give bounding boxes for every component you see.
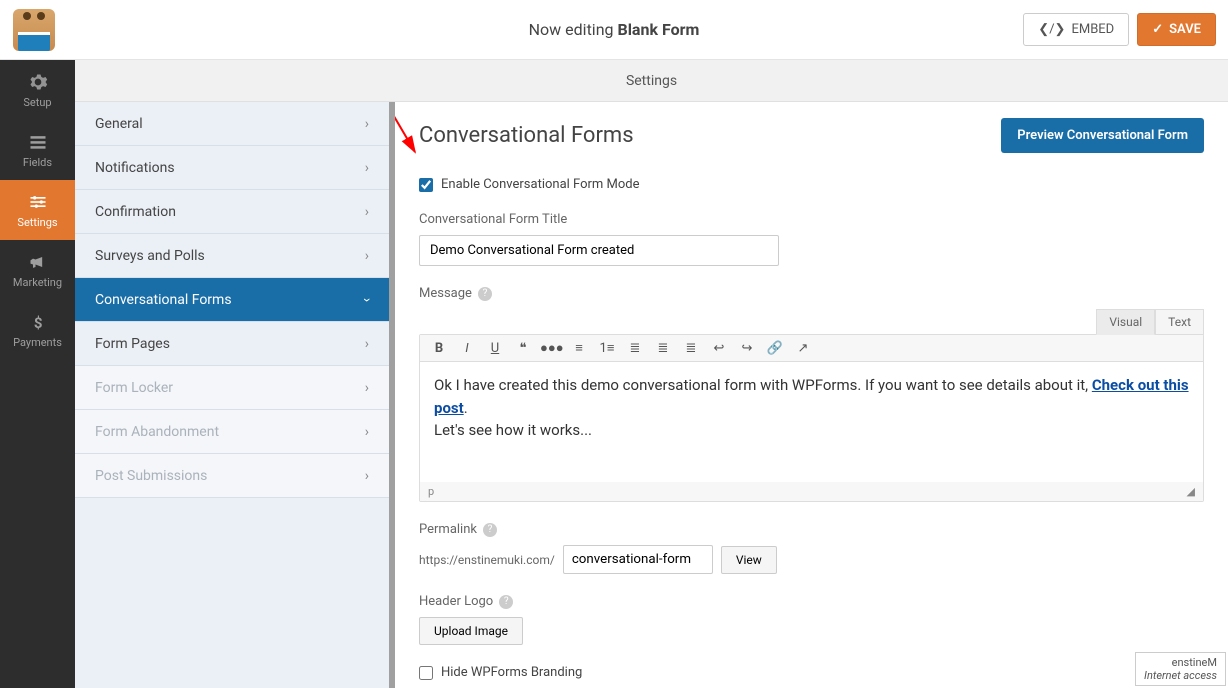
sidebar-item-general[interactable]: General›: [75, 102, 389, 146]
chevron-right-icon: ›: [365, 204, 369, 220]
code-icon[interactable]: ●●●: [540, 340, 562, 356]
resize-icon[interactable]: ◢: [1187, 485, 1195, 498]
nav-setup[interactable]: Setup: [0, 60, 75, 120]
permalink-input[interactable]: [563, 545, 713, 574]
header-logo-label: Header Logo: [419, 594, 493, 609]
enable-mode-checkbox[interactable]: [419, 178, 433, 192]
unlink-icon[interactable]: ↗: [792, 341, 814, 356]
ol-icon[interactable]: 1≡: [596, 340, 618, 356]
wpforms-logo: [13, 9, 55, 51]
upload-image-button[interactable]: Upload Image: [419, 617, 523, 645]
link-icon[interactable]: 🔗: [764, 341, 786, 356]
form-name: Blank Form: [617, 20, 699, 39]
view-button[interactable]: View: [721, 546, 777, 574]
editing-title: Now editing Blank Form: [529, 20, 700, 39]
check-icon: ✓: [1152, 22, 1163, 37]
tab-text[interactable]: Text: [1155, 309, 1204, 335]
bullhorn-icon: [28, 252, 48, 272]
embed-label: EMBED: [1071, 22, 1114, 37]
sidebar-item-confirmation[interactable]: Confirmation›: [75, 190, 389, 234]
tab-visual[interactable]: Visual: [1096, 309, 1155, 335]
gear-icon: [28, 72, 48, 92]
nav-fields[interactable]: Fields: [0, 120, 75, 180]
save-label: SAVE: [1169, 22, 1201, 37]
sidebar-item-form-abandonment: Form Abandonment›: [75, 410, 389, 454]
embed-button[interactable]: ❮/❯ EMBED: [1023, 13, 1129, 46]
help-icon[interactable]: ?: [483, 523, 497, 537]
preview-button[interactable]: Preview Conversational Form: [1001, 118, 1204, 153]
chevron-right-icon: ›: [365, 160, 369, 176]
quote-icon[interactable]: ❝: [512, 341, 534, 356]
undo-icon[interactable]: ↩: [708, 341, 730, 356]
nav-payments[interactable]: $Payments: [0, 300, 75, 360]
chevron-right-icon: ›: [365, 248, 369, 264]
align-center-icon[interactable]: ≣: [652, 341, 674, 356]
settings-content: Conversational Forms Preview Conversatio…: [395, 102, 1228, 688]
enable-mode-label: Enable Conversational Form Mode: [441, 177, 640, 192]
editing-prefix: Now editing: [529, 20, 618, 39]
nav-settings[interactable]: Settings: [0, 180, 75, 240]
editor-body[interactable]: Ok I have created this demo conversation…: [420, 362, 1203, 482]
permalink-label: Permalink: [419, 522, 477, 537]
underline-icon[interactable]: U: [484, 341, 506, 356]
sidebar-item-form-locker: Form Locker›: [75, 366, 389, 410]
title-label: Conversational Form Title: [419, 212, 1204, 227]
status-bar: enstineM Internet access: [1135, 652, 1226, 686]
save-button[interactable]: ✓ SAVE: [1137, 13, 1216, 46]
dollar-icon: $: [28, 312, 48, 332]
message-label: Message: [419, 286, 472, 301]
enable-mode-toggle[interactable]: Enable Conversational Form Mode: [419, 177, 1204, 192]
nav-marketing[interactable]: Marketing: [0, 240, 75, 300]
chevron-right-icon: ›: [365, 468, 369, 484]
left-nav: Setup Fields Settings Marketing $Payment…: [0, 60, 75, 688]
form-title-input[interactable]: [419, 235, 779, 266]
chevron-right-icon: ›: [365, 380, 369, 396]
sidebar-item-post-submissions: Post Submissions›: [75, 454, 389, 498]
align-left-icon[interactable]: ≣: [624, 341, 646, 356]
svg-text:$: $: [33, 313, 42, 331]
help-icon[interactable]: ?: [478, 287, 492, 301]
help-icon[interactable]: ?: [499, 595, 513, 609]
sidebar-item-conversational-forms[interactable]: Conversational Forms›: [75, 278, 389, 322]
settings-sidebar: General›Notifications›Confirmation›Surve…: [75, 102, 395, 688]
redo-icon[interactable]: ↪: [736, 341, 758, 356]
italic-icon[interactable]: I: [456, 341, 478, 356]
sliders-icon: [28, 192, 48, 212]
chevron-right-icon: ›: [365, 336, 369, 352]
chevron-right-icon: ›: [359, 297, 375, 301]
hide-branding-toggle[interactable]: Hide WPForms Branding: [419, 665, 1204, 680]
sidebar-item-notifications[interactable]: Notifications›: [75, 146, 389, 190]
ul-icon[interactable]: ≡: [568, 340, 590, 356]
permalink-prefix: https://enstinemuki.com/: [419, 553, 555, 567]
chevron-right-icon: ›: [365, 116, 369, 132]
panel-title: Settings: [75, 60, 1228, 102]
sidebar-item-form-pages[interactable]: Form Pages›: [75, 322, 389, 366]
hide-branding-label: Hide WPForms Branding: [441, 665, 582, 680]
editor-toolbar: B I U ❝ ●●● ≡ 1≡ ≣ ≣ ≣ ↩ ↪ 🔗: [420, 335, 1203, 362]
code-icon: ❮/❯: [1038, 22, 1065, 37]
list-icon: [28, 132, 48, 152]
message-editor: B I U ❝ ●●● ≡ 1≡ ≣ ≣ ≣ ↩ ↪ 🔗: [419, 334, 1204, 502]
sidebar-item-surveys-and-polls[interactable]: Surveys and Polls›: [75, 234, 389, 278]
align-right-icon[interactable]: ≣: [680, 341, 702, 356]
hide-branding-checkbox[interactable]: [419, 666, 433, 680]
page-heading: Conversational Forms: [419, 123, 634, 148]
chevron-right-icon: ›: [365, 424, 369, 440]
editor-path: p: [428, 485, 434, 498]
bold-icon[interactable]: B: [428, 341, 450, 356]
